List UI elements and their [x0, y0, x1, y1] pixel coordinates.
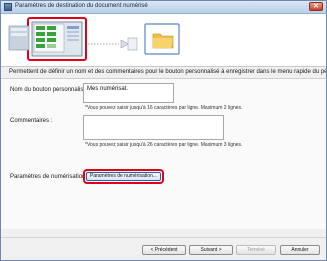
comments-hint: *Vous pouvez saisir jusqu'à 26 caractère…	[85, 142, 243, 148]
next-button[interactable]: Suivant >	[189, 245, 233, 255]
button-name-label: Nom du bouton personnalisé :	[10, 87, 91, 93]
scan-settings-label: Paramètres de numérisation	[10, 174, 86, 180]
comments-label: Commentaires :	[10, 118, 53, 124]
wizard-window: Paramètres de destination du document nu…	[0, 0, 327, 261]
title-bar: Paramètres de destination du document nu…	[1, 1, 326, 14]
scan-settings-button[interactable]: Paramètres de numérisation...	[86, 172, 161, 181]
wizard-header	[1, 14, 326, 67]
back-button[interactable]: < Précédent	[142, 245, 186, 255]
finish-button[interactable]: Terminé	[236, 245, 276, 255]
wizard-step-illustration	[8, 17, 180, 61]
device-icon	[8, 25, 30, 51]
footer-divider	[1, 237, 326, 238]
window-title: Paramètres de destination du document nu…	[15, 3, 148, 9]
cancel-button[interactable]: Annuler	[280, 245, 320, 255]
button-name-hint: *Vous pouvez saisir jusqu'à 16 caractère…	[85, 105, 243, 111]
comments-field[interactable]	[83, 115, 224, 140]
intro-text: Permettent de définir un nom et des comm…	[9, 69, 327, 75]
folder-icon	[152, 33, 174, 49]
app-icon	[4, 3, 12, 11]
close-button[interactable]: ✕	[309, 2, 323, 11]
document-icon	[120, 37, 138, 51]
scanner-icon	[31, 21, 83, 57]
button-name-field[interactable]: Mes numérisat.	[83, 83, 174, 103]
